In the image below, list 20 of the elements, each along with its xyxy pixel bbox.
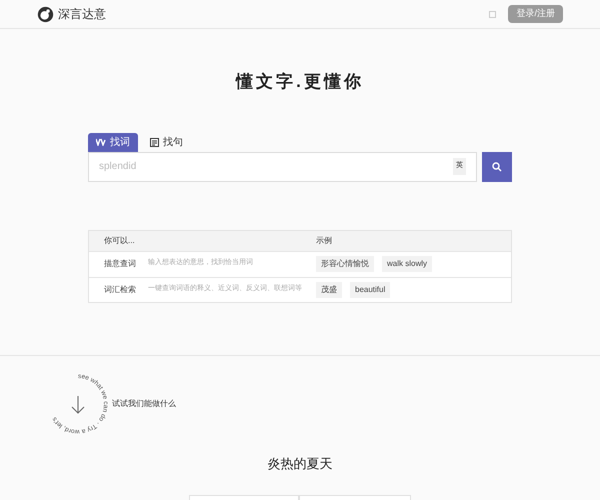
featured-title: 炎热的夏天: [268, 454, 332, 472]
feature-name: 词汇检索: [104, 284, 136, 296]
sentence-icon: [150, 138, 159, 146]
column-header: 你可以...: [104, 234, 136, 246]
logo-icon: [37, 6, 54, 22]
checkbox-icon[interactable]: [489, 10, 496, 18]
feature-name: 描意查词: [104, 258, 136, 270]
search-icon: [492, 162, 502, 172]
hero-title: 懂文字.更懂你: [236, 71, 364, 93]
example-chip[interactable]: 茂盛: [316, 282, 342, 298]
letters-icon: [96, 138, 106, 146]
logo-text[interactable]: 深言达意: [58, 5, 106, 23]
example-chip[interactable]: beautiful: [350, 282, 390, 298]
search-tab[interactable]: 找词: [88, 132, 138, 152]
column-header: 示例: [316, 234, 332, 246]
search-tab[interactable]: 找句: [142, 132, 191, 152]
search-button[interactable]: [482, 152, 512, 182]
example-chip[interactable]: walk slowly: [382, 256, 432, 272]
try-label[interactable]: 试试我们能做什么: [112, 398, 176, 410]
example-chip[interactable]: 形容心情愉悦: [316, 256, 374, 272]
